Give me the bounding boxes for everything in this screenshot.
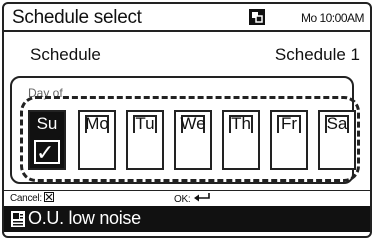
day-friday[interactable]: Fr	[270, 110, 308, 170]
schedule-label: Schedule	[30, 45, 101, 64]
day-label: Th	[231, 114, 251, 133]
day-monday[interactable]: Mo	[78, 110, 116, 170]
day-label: Mo	[85, 114, 109, 133]
day-sunday[interactable]: Su ✓	[28, 110, 66, 170]
day-label: Sa	[326, 114, 348, 133]
title-bar: Schedule select Mo 10:00AM	[4, 4, 370, 32]
keypad-lock-icon	[249, 9, 265, 25]
day-label: We	[180, 114, 206, 133]
cursor-arrow-icon	[58, 128, 64, 138]
day-label: Tu	[135, 114, 155, 133]
ok-hint-label: OK:	[174, 194, 191, 205]
outdoor-unit-icon	[11, 211, 25, 227]
cancel-hint: Cancel:	[10, 192, 55, 204]
status-bar: O.U. low noise	[4, 206, 370, 232]
day-tuesday[interactable]: Tu	[126, 110, 164, 170]
check-icon: ✓	[36, 140, 55, 165]
schedule-row[interactable]: Schedule Schedule 1	[4, 32, 370, 70]
status-text: O.U. low noise	[28, 208, 141, 228]
day-thursday[interactable]: Th	[222, 110, 260, 170]
cancel-hint-label: Cancel:	[10, 193, 42, 204]
day-wednesday[interactable]: We	[174, 110, 212, 170]
day-saturday[interactable]: Sa	[318, 110, 356, 170]
schedule-value[interactable]: Schedule 1	[275, 45, 360, 65]
ok-hint: OK:	[174, 192, 211, 205]
cancel-button-icon	[44, 192, 55, 202]
enter-return-icon	[193, 193, 210, 202]
day-label: Fr	[280, 114, 298, 133]
clock: Mo 10:00AM	[300, 11, 365, 25]
page-title: Schedule select	[12, 7, 142, 28]
button-hints: Cancel: OK:	[4, 190, 370, 205]
